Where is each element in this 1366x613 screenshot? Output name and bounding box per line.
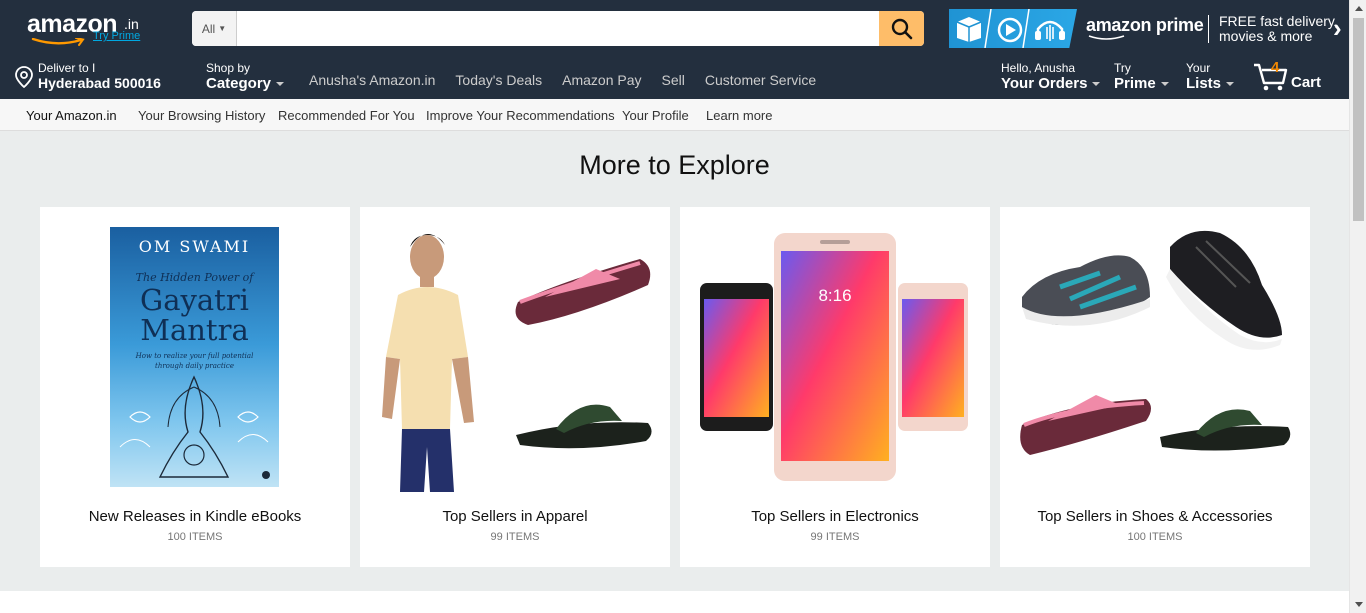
your-orders-label: Your Orders xyxy=(1001,75,1088,92)
chevron-right-icon: › xyxy=(1333,13,1342,43)
prime-label: Prime xyxy=(1114,75,1156,92)
subnav-your-amazon[interactable]: Your Amazon.in xyxy=(26,108,117,123)
deliver-label: Deliver to I xyxy=(38,61,96,75)
card-title: New Releases in Kindle eBooks xyxy=(88,508,302,525)
try-prime-link[interactable]: Try Prime xyxy=(93,30,140,42)
search-button[interactable] xyxy=(879,11,924,46)
goddess-illustration-icon xyxy=(119,375,270,479)
flip-flop-maroon xyxy=(1020,395,1151,455)
phone-right-pink xyxy=(898,283,968,431)
prime-icons-svg xyxy=(956,9,1065,48)
caret-down-icon xyxy=(276,82,285,87)
subnav-learn-more[interactable]: Learn more xyxy=(706,108,772,123)
account-orders-menu[interactable]: Hello, Anusha Your Orders xyxy=(1001,61,1101,93)
smile-arrow-icon xyxy=(31,38,85,46)
flip-flop-maroon xyxy=(515,259,651,325)
nav-link-amazon-pay[interactable]: Amazon Pay xyxy=(562,72,641,88)
card-item-count: 100 ITEMS xyxy=(1127,531,1183,543)
prime-divider xyxy=(1208,15,1209,43)
search-icon xyxy=(891,18,912,39)
apparel-illustration xyxy=(382,233,652,492)
search-category-label: All xyxy=(201,21,216,36)
prime-smile-icon xyxy=(1088,35,1125,40)
headphones-icon xyxy=(1035,20,1065,41)
search-category-dropdown[interactable]: All ▼ xyxy=(192,11,237,46)
next-section-strip xyxy=(0,591,1349,613)
sneaker-black xyxy=(1166,230,1282,350)
top-navbar: amazon .in Try Prime All ▼ amazon prime … xyxy=(0,0,1349,99)
man-tshirt-figure xyxy=(382,233,474,492)
book-cover-image: OM SWAMI The Hidden Power of Gayatri Man… xyxy=(40,207,350,497)
card-title: Top Sellers in Shoes & Accessories xyxy=(1037,508,1273,525)
video-play-icon xyxy=(997,17,1023,43)
card-title: Top Sellers in Electronics xyxy=(751,508,919,525)
your-lists-menu[interactable]: Your Lists xyxy=(1186,61,1235,93)
shoes-illustration xyxy=(1020,230,1291,455)
nav-link-sell[interactable]: Sell xyxy=(662,72,685,88)
scrollbar-thumb[interactable] xyxy=(1353,18,1364,221)
account-greeting: Hello, Anusha xyxy=(1001,61,1076,75)
nav-links: Anusha's Amazon.in Today's Deals Amazon … xyxy=(309,72,836,88)
deliver-location: Hyderabad 500016 xyxy=(38,75,161,91)
try-label: Try xyxy=(1114,61,1131,75)
section-title: More to Explore xyxy=(579,150,770,180)
prime-benefit-icons xyxy=(949,9,1077,48)
category-label: Category xyxy=(206,75,272,92)
scroll-up-arrow-icon[interactable] xyxy=(1350,0,1366,17)
electronics-image: 8:16 xyxy=(680,207,990,497)
phone-left-black xyxy=(700,283,773,431)
card-item-count: 99 ITEMS xyxy=(490,531,540,543)
page-scrollbar[interactable] xyxy=(1349,0,1366,613)
flip-flop-black xyxy=(1160,409,1291,451)
subnav-your-profile[interactable]: Your Profile xyxy=(622,108,689,123)
prime-logo: amazon prime xyxy=(1086,15,1204,40)
cart-label: Cart xyxy=(1291,74,1322,91)
prime-tagline: FREE fast delivery, movies & more xyxy=(1219,14,1338,44)
try-prime-menu[interactable]: Try Prime xyxy=(1114,62,1169,93)
prime-tagline-line1: FREE fast delivery, xyxy=(1219,13,1338,29)
your-label: Your xyxy=(1186,61,1211,75)
explore-card-apparel[interactable]: Top Sellers in Apparel 99 ITEMS xyxy=(360,207,670,567)
prime-logo-bold: amazon xyxy=(1086,15,1152,35)
shop-by-label: Shop by xyxy=(206,61,251,75)
shoes-image xyxy=(1000,207,1310,497)
location-pin-icon xyxy=(15,66,33,88)
card-title: Top Sellers in Apparel xyxy=(442,508,588,525)
flip-flop-black xyxy=(516,404,652,449)
phone-clock: 8:16 xyxy=(818,286,851,305)
scroll-down-arrow-icon[interactable] xyxy=(1350,596,1366,613)
book-cover: OM SWAMI The Hidden Power of Gayatri Man… xyxy=(110,227,279,487)
cart-count: 4 xyxy=(1271,59,1280,76)
card-item-count: 99 ITEMS xyxy=(810,531,860,543)
nav-link-todays-deals[interactable]: Today's Deals xyxy=(455,72,542,88)
prime-logo-light: prime xyxy=(1155,15,1204,35)
prime-promo-banner[interactable]: amazon prime FREE fast delivery, movies … xyxy=(949,9,1349,48)
subnav-improve-recommendations[interactable]: Improve Your Recommendations xyxy=(426,108,615,123)
phone-center-pink: 8:16 xyxy=(774,233,896,481)
caret-down-icon xyxy=(1160,82,1169,87)
card-item-count: 100 ITEMS xyxy=(167,531,223,543)
delivery-box-icon xyxy=(956,17,982,42)
explore-card-electronics[interactable]: 8:16 Top Sellers in Electronics 99 ITEMS xyxy=(680,207,990,567)
apparel-image xyxy=(360,207,670,497)
caret-down-icon xyxy=(1226,82,1235,87)
phones-illustration: 8:16 xyxy=(700,233,968,481)
nav-link-my-amazon[interactable]: Anusha's Amazon.in xyxy=(309,72,435,88)
prime-tagline-line2: movies & more xyxy=(1219,28,1313,44)
caret-down-icon: ▼ xyxy=(218,24,227,33)
nav-link-customer-service[interactable]: Customer Service xyxy=(705,72,816,88)
explore-card-shoes[interactable]: Top Sellers in Shoes & Accessories 100 I… xyxy=(1000,207,1310,567)
your-amazon-subnav: Your Amazon.in Your Browsing History Rec… xyxy=(0,99,1349,131)
cart-button[interactable]: 4 Cart xyxy=(1253,59,1323,92)
shop-by-category-menu[interactable]: Shop by Category xyxy=(206,61,285,93)
caret-down-icon xyxy=(1092,82,1101,87)
search-input[interactable] xyxy=(238,11,879,46)
search-bar: All ▼ xyxy=(192,11,924,46)
amazon-logo[interactable]: amazon .in Try Prime xyxy=(27,10,147,46)
subnav-browsing-history[interactable]: Your Browsing History xyxy=(138,108,265,123)
subnav-recommended[interactable]: Recommended For You xyxy=(278,108,415,123)
sneaker-grey xyxy=(1022,255,1150,326)
explore-card-kindle[interactable]: OM SWAMI The Hidden Power of Gayatri Man… xyxy=(40,207,350,567)
lists-label: Lists xyxy=(1186,75,1222,92)
